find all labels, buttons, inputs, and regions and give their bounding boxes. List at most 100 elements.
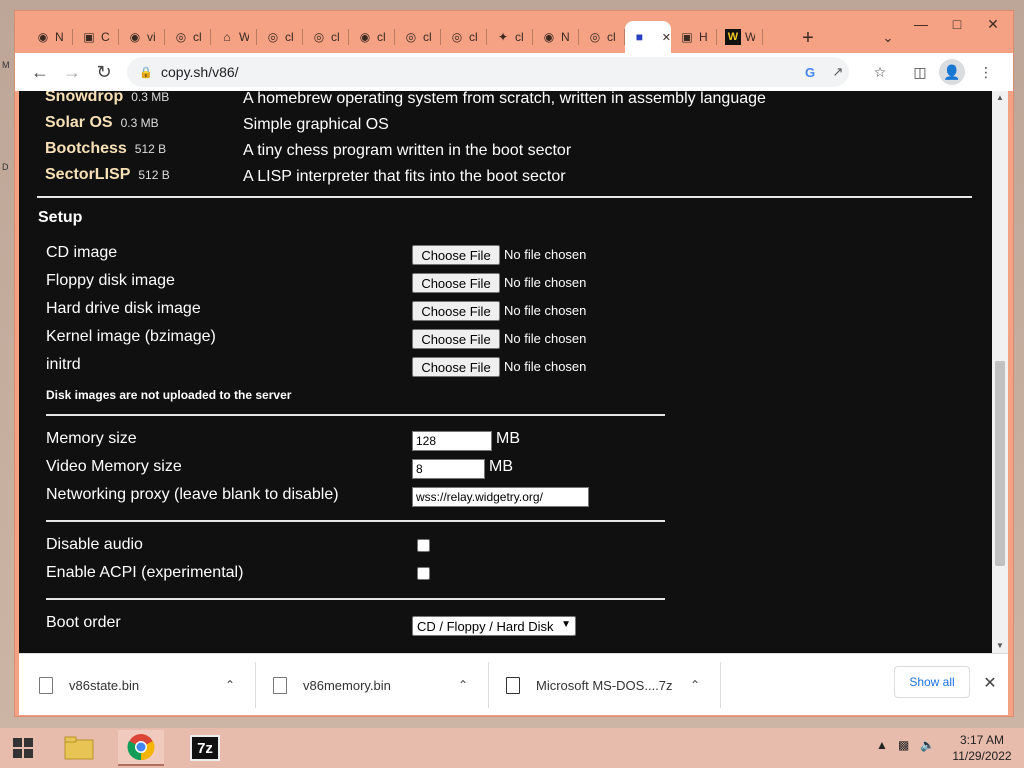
- scrollbar-thumb[interactable]: [995, 361, 1005, 566]
- clock-date: 11/29/2022: [952, 749, 1012, 763]
- tray-chevron-icon[interactable]: ▲: [876, 738, 888, 752]
- globe-icon: ◎: [405, 30, 417, 44]
- browser-tab[interactable]: ◎ cl: [579, 21, 625, 53]
- network-icon[interactable]: ▩: [898, 738, 909, 752]
- video-memory-input[interactable]: 8: [412, 459, 485, 479]
- desktop-icon-label[interactable]: D: [2, 162, 9, 172]
- page-scrollbar[interactable]: ▲ ▼: [992, 91, 1008, 653]
- browser-tab[interactable]: ◎ cl: [303, 21, 349, 53]
- browser-tab[interactable]: ◉ N: [27, 21, 73, 53]
- browser-tab[interactable]: ✦ cl: [487, 21, 533, 53]
- chevron-up-icon[interactable]: ⌃: [690, 678, 700, 692]
- browser-tab[interactable]: ◎ cl: [257, 21, 303, 53]
- download-name: v86memory.bin: [303, 677, 391, 693]
- os-name[interactable]: SectorLISP: [45, 166, 130, 184]
- os-description: A LISP interpreter that fits into the bo…: [243, 168, 566, 185]
- choose-file-button[interactable]: Choose File: [412, 245, 500, 265]
- chevron-up-icon[interactable]: ⌃: [458, 678, 468, 692]
- choose-file-button[interactable]: Choose File: [412, 329, 500, 349]
- browser-tab[interactable]: ◎ cl: [395, 21, 441, 53]
- os-name[interactable]: Solar OS: [45, 114, 113, 132]
- choose-file-button[interactable]: Choose File: [412, 273, 500, 293]
- file-icon: [273, 676, 287, 694]
- browser-tab[interactable]: ⌂ W: [211, 21, 257, 53]
- scroll-up-icon[interactable]: ▲: [996, 93, 1004, 102]
- choose-file-button[interactable]: Choose File: [412, 301, 500, 321]
- globe-icon: ◎: [175, 30, 187, 44]
- minimize-button[interactable]: —: [903, 11, 939, 37]
- globe-icon: ◎: [267, 30, 279, 44]
- share-icon[interactable]: ↗: [827, 61, 849, 83]
- browser-tab[interactable]: ▣ C: [73, 21, 119, 53]
- url-text[interactable]: copy.sh/v86/: [161, 64, 239, 80]
- os-list-item[interactable]: Bootchess 512 B: [45, 140, 166, 164]
- google-icon[interactable]: G: [799, 61, 821, 83]
- browser-tab[interactable]: WW: [717, 21, 763, 53]
- address-bar[interactable]: 🔒 copy.sh/v86/ G ↗: [127, 57, 849, 87]
- acpi-label: Enable ACPI (experimental): [46, 564, 244, 581]
- browser-tab[interactable]: ■ ✕: [625, 21, 671, 53]
- video-memory-unit: MB: [489, 458, 513, 475]
- close-window-button[interactable]: ✕: [975, 11, 1011, 37]
- disable-audio-checkbox[interactable]: [417, 539, 430, 552]
- choose-file-button[interactable]: Choose File: [412, 357, 500, 377]
- start-button[interactable]: [0, 730, 46, 766]
- profile-avatar[interactable]: 👤: [939, 59, 965, 85]
- reload-button[interactable]: ↻: [91, 59, 117, 85]
- side-panel-icon[interactable]: ◫: [907, 59, 933, 85]
- divider: [46, 598, 665, 600]
- site-icon: ▣: [681, 30, 693, 44]
- memory-size-input[interactable]: 128: [412, 431, 492, 451]
- tab-title: N: [561, 30, 570, 44]
- tab-search-icon[interactable]: ⌄: [875, 25, 901, 51]
- os-name[interactable]: Bootchess: [45, 140, 127, 158]
- bookmark-star-icon[interactable]: ☆: [867, 59, 893, 85]
- close-tab-icon[interactable]: ✕: [662, 31, 671, 44]
- browser-tab[interactable]: ◉ N: [533, 21, 579, 53]
- chevron-up-icon[interactable]: ⌃: [225, 678, 235, 692]
- browser-tab[interactable]: ▣ H: [671, 21, 717, 53]
- proxy-label: Networking proxy (leave blank to disable…: [46, 486, 339, 503]
- menu-kebab-icon[interactable]: ⋮: [973, 59, 999, 85]
- os-list-item[interactable]: SectorLISP 512 B: [45, 166, 170, 190]
- tab-strip: ◉ N ▣ C ◉ vi ◎ cl ⌂ W ◎ cl ◎ cl ◉ cl ◎ cl ◎ cl ✦ cl ◉ N ◎ cl ■ ✕ ▣ H W…: [15, 11, 1013, 55]
- lock-icon[interactable]: 🔒: [139, 66, 153, 79]
- download-item[interactable]: v86state.bin ⌃: [19, 654, 253, 716]
- close-icon[interactable]: ✕: [980, 670, 1000, 696]
- tab-title: cl: [331, 30, 340, 44]
- chrome-taskbar-button[interactable]: [118, 730, 164, 766]
- acpi-checkbox[interactable]: [417, 567, 430, 580]
- boot-order-label: Boot order: [46, 614, 121, 631]
- browser-tab[interactable]: ◎ cl: [165, 21, 211, 53]
- tab-title: cl: [285, 30, 294, 44]
- video-memory-label: Video Memory size: [46, 458, 182, 475]
- os-name[interactable]: Snowdrop: [45, 91, 123, 106]
- boot-order-select[interactable]: CD / Floppy / Hard Disk ▼: [412, 616, 576, 636]
- os-list-item[interactable]: Solar OS 0.3 MB: [45, 114, 159, 138]
- upload-note: Disk images are not uploaded to the serv…: [46, 388, 292, 402]
- os-list-item[interactable]: Snowdrop 0.3 MB: [45, 91, 169, 112]
- new-tab-button[interactable]: +: [795, 25, 821, 51]
- back-button[interactable]: ←: [27, 59, 53, 85]
- browser-tab[interactable]: ◉ vi: [119, 21, 165, 53]
- download-name: Microsoft MS-DOS....7z: [536, 677, 673, 693]
- system-clock[interactable]: 3:17 AM 11/29/2022: [946, 732, 1018, 764]
- show-all-button[interactable]: Show all: [894, 666, 970, 698]
- download-item[interactable]: Microsoft MS-DOS....7z ⌃: [486, 654, 718, 716]
- forward-button[interactable]: →: [59, 59, 85, 85]
- tab-title: N: [55, 30, 64, 44]
- scroll-down-icon[interactable]: ▼: [996, 641, 1004, 650]
- proxy-input[interactable]: wss://relay.widgetry.org/: [412, 487, 589, 507]
- maximize-button[interactable]: □: [939, 11, 975, 37]
- browser-tab[interactable]: ◉ cl: [349, 21, 395, 53]
- clock-time: 3:17 AM: [959, 733, 1005, 747]
- tab-title: cl: [469, 30, 478, 44]
- browser-tab[interactable]: ◎ cl: [441, 21, 487, 53]
- download-item[interactable]: v86memory.bin ⌃: [253, 654, 487, 716]
- globe-icon: ◎: [589, 30, 601, 44]
- 7zip-taskbar-button[interactable]: 7z: [182, 730, 228, 766]
- desktop-icon-label[interactable]: M: [2, 60, 10, 70]
- file-explorer-button[interactable]: [56, 730, 102, 766]
- volume-icon[interactable]: 🔈: [920, 738, 935, 752]
- puzzle-icon: ✦: [497, 30, 509, 44]
